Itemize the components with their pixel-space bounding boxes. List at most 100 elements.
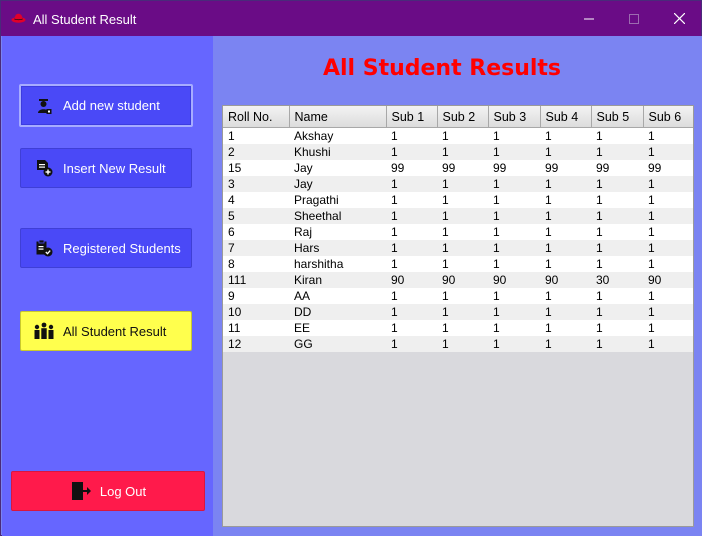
table-cell: 1 [643,288,693,304]
table-cell: 1 [386,144,437,160]
table-cell: 1 [437,320,488,336]
table-cell: 10 [223,304,289,320]
table-cell: 1 [643,304,693,320]
table-cell: 6 [223,224,289,240]
table-row[interactable]: 11 EE 1 1 1 1 1 1 [223,320,693,336]
registered-students-button[interactable]: Registered Students [20,228,192,268]
table-row[interactable]: 1 Akshay 1 1 1 1 1 1 [223,127,693,144]
sidebar: Add new student Insert New Result Regist… [2,36,213,536]
table-cell: GG [289,336,386,352]
table-cell: 1 [591,320,643,336]
table-cell: 5 [223,208,289,224]
table-cell: 1 [437,144,488,160]
table-cell: 3 [223,176,289,192]
table-cell: 1 [437,192,488,208]
column-header[interactable]: Sub 6 [643,106,693,128]
table-cell: 1 [488,240,540,256]
table-cell: 1 [643,144,693,160]
table-cell: 90 [540,272,591,288]
table-cell: 1 [643,208,693,224]
column-header[interactable]: Roll No. [223,106,290,128]
table-cell: 99 [591,160,643,176]
results-table-area[interactable]: Roll No. Name Sub 1 Sub 2 Sub 3 Sub 4 Su… [222,105,694,527]
table-cell: 1 [643,192,693,208]
table-cell: 1 [437,336,488,352]
table-cell: AA [289,288,386,304]
table-cell: Pragathi [289,192,386,208]
table-row[interactable]: 2 Khushi 1 1 1 1 1 1 [223,144,693,160]
main-panel: All Student Results Roll No. Name Sub 1 … [213,36,702,536]
log-out-button[interactable]: Log Out [11,471,205,511]
table-row[interactable]: 6 Raj 1 1 1 1 1 1 [223,224,693,240]
table-cell: 99 [386,160,437,176]
all-student-result-button[interactable]: All Student Result [20,311,192,351]
table-cell: 1 [591,192,643,208]
minimize-icon [584,18,594,19]
maximize-button[interactable] [611,1,657,36]
table-cell: 1 [386,288,437,304]
insert-new-result-button[interactable]: Insert New Result [20,148,192,188]
document-add-icon [33,157,55,179]
table-cell: 99 [437,160,488,176]
table-cell: 1 [386,208,437,224]
app-window: All Student Result Add new student Inser… [0,0,702,536]
student-icon [33,95,55,117]
table-cell: 7 [223,240,289,256]
table-row[interactable]: 4 Pragathi 1 1 1 1 1 1 [223,192,693,208]
column-header[interactable]: Sub 4 [540,106,592,128]
maximize-icon [629,13,639,24]
table-cell: 1 [591,224,643,240]
log-out-label: Log Out [99,483,147,499]
column-header[interactable]: Sub 2 [437,106,489,128]
table-cell: 1 [540,336,591,352]
table-cell: 1 [386,304,437,320]
table-cell: 99 [643,160,693,176]
column-header[interactable]: Sub 5 [591,106,644,128]
table-cell: 1 [591,127,643,144]
table-cell: 1 [437,304,488,320]
table-cell: 1 [223,127,289,144]
table-row[interactable]: 10 DD 1 1 1 1 1 1 [223,304,693,320]
table-cell: 1 [386,127,437,144]
column-header[interactable]: Sub 3 [488,106,541,128]
table-row[interactable]: 12 GG 1 1 1 1 1 1 [223,336,693,352]
table-cell: 1 [540,256,591,272]
table-cell: 1 [540,144,591,160]
table-cell: 1 [488,288,540,304]
table-cell: 1 [591,304,643,320]
column-header[interactable]: Name [289,106,387,128]
table-cell: 1 [540,127,591,144]
close-icon [673,13,685,24]
table-cell: 1 [540,240,591,256]
table-row[interactable]: 111 Kiran 90 90 90 90 30 90 [223,272,693,288]
table-cell: 1 [437,224,488,240]
table-row[interactable]: 15 Jay 99 99 99 99 99 99 [223,160,693,176]
table-cell: 4 [223,192,289,208]
add-new-student-button[interactable]: Add new student [19,84,193,127]
table-cell: DD [289,304,386,320]
table-cell: 90 [488,272,540,288]
table-cell: 1 [488,256,540,272]
table-cell: 1 [488,192,540,208]
table-header-row: Roll No. Name Sub 1 Sub 2 Sub 3 Sub 4 Su… [223,106,693,128]
table-row[interactable]: 7 Hars 1 1 1 1 1 1 [223,240,693,256]
table-cell: 99 [540,160,591,176]
minimize-button[interactable] [566,1,612,36]
table-cell: 1 [488,144,540,160]
table-row[interactable]: 9 AA 1 1 1 1 1 1 [223,288,693,304]
redhat-logo-icon [11,13,26,23]
column-header[interactable]: Sub 1 [386,106,438,128]
table-cell: harshitha [289,256,386,272]
table-cell: 1 [386,320,437,336]
results-table-body: 1 Akshay 1 1 1 1 1 1 2 Khushi 1 1 1 1 1 1 15 Jay 99 99 99 99 9… [223,127,693,352]
table-cell: 1 [643,224,693,240]
table-row[interactable]: 5 Sheethal 1 1 1 1 1 1 [223,208,693,224]
window-title: All Student Result [33,12,137,27]
table-row[interactable]: 3 Jay 1 1 1 1 1 1 [223,176,693,192]
close-button[interactable] [656,1,702,36]
exit-door-icon [70,480,92,502]
table-cell: 1 [643,240,693,256]
table-cell: 1 [591,288,643,304]
table-row[interactable]: 8 harshitha 1 1 1 1 1 1 [223,256,693,272]
table-cell: EE [289,320,386,336]
